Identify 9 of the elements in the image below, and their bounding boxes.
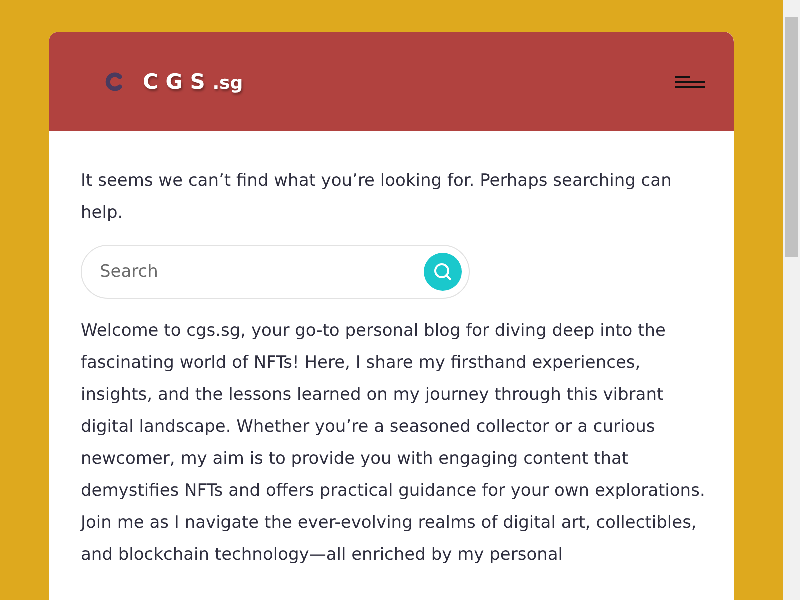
site-title[interactable]: C G S .sg: [143, 70, 244, 94]
logo-icon[interactable]: [105, 72, 123, 92]
menu-icon[interactable]: [675, 76, 705, 88]
intro-paragraph: Join me as I navigate the ever-evolving realms of digital art, collectibles, and blockchain technology—all enriched by my personal: [81, 512, 698, 567]
not-found-message: It seems we can’t find what you’re looking for. Perhaps searching can help.: [81, 170, 673, 225]
intro-paragraph: Welcome to cgs.sg, your go-to personal blog for diving deep into the fascinating world of NFTs! Here, I share my firsthand experiences, insights, and the lessons learned on my journey through this vibrant digital landscape. Whether you’re a seasoned collector or a curious newcomer, my aim is to provide you with engaging content that demystifies NFTs and offers practical guidance for your own explorations.: [81, 320, 706, 503]
search-icon[interactable]: [433, 262, 453, 282]
scrollbar[interactable]: [783, 0, 800, 600]
search-field[interactable]: Search: [81, 245, 470, 299]
